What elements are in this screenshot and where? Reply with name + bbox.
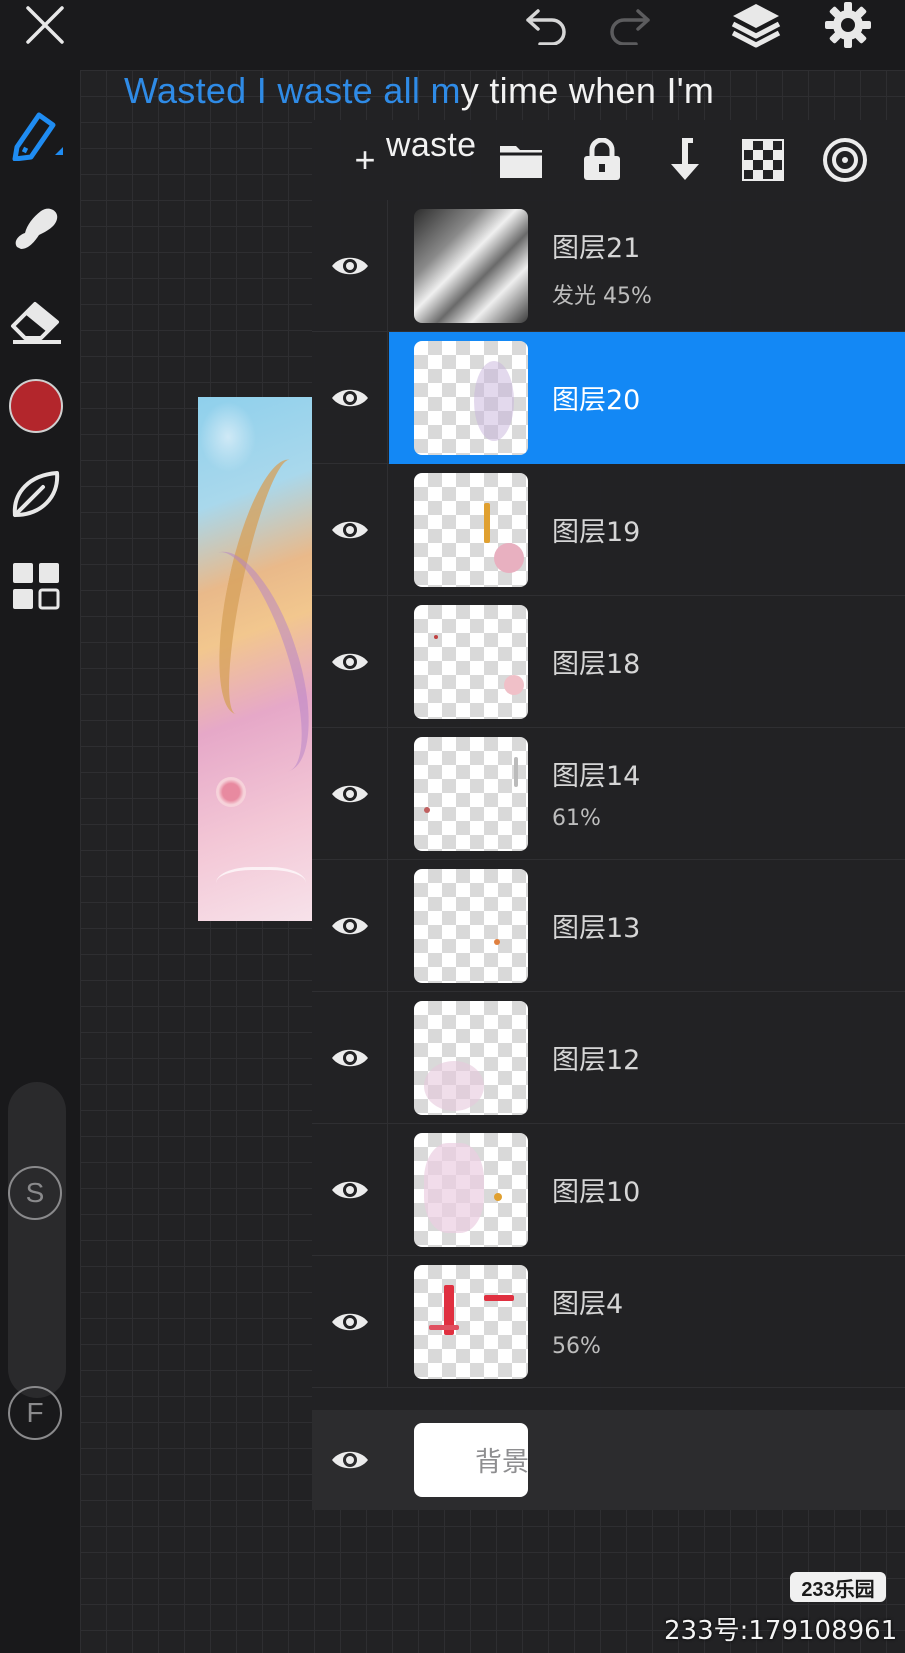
layer-blend-opacity: 发光 45% bbox=[552, 284, 652, 309]
grid-menu-icon[interactable] bbox=[8, 558, 64, 614]
layer-thumbnail bbox=[414, 869, 528, 983]
undo-icon[interactable] bbox=[522, 0, 572, 50]
redo-icon[interactable] bbox=[604, 0, 654, 50]
layer-content[interactable]: 图层10 bbox=[389, 1124, 905, 1256]
layer-content[interactable]: 图层12 bbox=[389, 992, 905, 1124]
layer-name: 图层12 bbox=[552, 1045, 641, 1076]
watermark-id-text: 233号:179108961 bbox=[664, 1616, 898, 1646]
layer-content[interactable]: 图层14 61% bbox=[389, 728, 905, 860]
layer-thumbnail bbox=[414, 209, 528, 323]
add-layer-plus: + bbox=[354, 139, 376, 180]
transparency-checker-icon[interactable] bbox=[738, 130, 788, 190]
visibility-eye-icon[interactable] bbox=[312, 596, 388, 728]
smudge-tool-icon[interactable] bbox=[8, 200, 64, 256]
settings-gear-icon[interactable] bbox=[822, 0, 874, 50]
size-letter-icon[interactable]: S bbox=[8, 1166, 62, 1220]
brush-tool-icon[interactable] bbox=[8, 106, 64, 162]
flow-letter-icon[interactable]: F bbox=[8, 1386, 62, 1440]
layer-name: 图层4 bbox=[552, 1289, 624, 1320]
add-layer-button[interactable]: + bbox=[342, 130, 388, 190]
layer-content[interactable]: 图层21 发光 45% bbox=[389, 200, 905, 332]
visibility-eye-icon[interactable] bbox=[312, 464, 388, 596]
layer-name: 图层19 bbox=[552, 517, 641, 548]
folder-icon[interactable] bbox=[496, 130, 546, 190]
layer-content[interactable]: 图层19 bbox=[389, 464, 905, 596]
layer-row[interactable]: 图层20 bbox=[312, 332, 905, 464]
artwork-preview bbox=[198, 397, 312, 921]
lyric-second-line: waste bbox=[386, 126, 477, 164]
visibility-eye-icon[interactable] bbox=[312, 1124, 388, 1256]
layer-row[interactable]: 图层4 56% bbox=[312, 1256, 905, 1388]
leaf-shape-icon[interactable] bbox=[8, 466, 64, 522]
lyric-overlay: Wasted I waste all my time when I'm bbox=[124, 70, 714, 112]
visibility-eye-icon[interactable] bbox=[312, 1256, 388, 1388]
visibility-eye-icon[interactable] bbox=[312, 332, 388, 464]
layer-name: 图层13 bbox=[552, 913, 641, 944]
layer-thumbnail bbox=[414, 1265, 528, 1379]
layer-name: 图层20 bbox=[552, 385, 641, 416]
background-layer-row[interactable]: 背景 bbox=[312, 1410, 905, 1510]
layers-panel: + 图层21 发光 45% 图层20 图层19 图层18 图层14 61% 图层13 图层12 图… bbox=[312, 120, 905, 1510]
visibility-eye-icon[interactable] bbox=[312, 992, 388, 1124]
layer-row[interactable]: 图层21 发光 45% bbox=[312, 200, 905, 332]
layer-row[interactable]: 图层14 61% bbox=[312, 728, 905, 860]
brush-size-slider[interactable] bbox=[8, 1082, 66, 1398]
layer-content[interactable]: 图层4 56% bbox=[389, 1256, 905, 1388]
layer-row[interactable]: 图层13 bbox=[312, 860, 905, 992]
visibility-eye-icon[interactable] bbox=[312, 860, 388, 992]
visibility-eye-icon[interactable] bbox=[312, 200, 388, 332]
watermark-logo: 233乐园 bbox=[790, 1572, 886, 1602]
layer-blend-opacity: 61% bbox=[552, 806, 601, 831]
layer-name: 图层14 bbox=[552, 761, 641, 792]
layer-thumbnail bbox=[414, 605, 528, 719]
lock-icon[interactable] bbox=[577, 130, 627, 190]
layer-row[interactable]: 图层10 bbox=[312, 1124, 905, 1256]
background-layer-label: 背景 bbox=[475, 1447, 529, 1478]
visibility-eye-icon[interactable] bbox=[312, 1410, 388, 1510]
layer-thumbnail bbox=[414, 341, 528, 455]
layer-content[interactable]: 图层18 bbox=[389, 596, 905, 728]
merge-down-icon[interactable] bbox=[657, 130, 707, 190]
close-icon[interactable] bbox=[20, 0, 70, 50]
tool-sidebar: S F bbox=[0, 70, 80, 1653]
layer-content[interactable]: 图层20 bbox=[389, 332, 905, 464]
layer-thumbnail bbox=[414, 1001, 528, 1115]
layer-content[interactable]: 图层13 bbox=[389, 860, 905, 992]
layer-name: 图层18 bbox=[552, 649, 641, 680]
layer-blend-opacity: 56% bbox=[552, 1334, 601, 1359]
layer-row[interactable]: 图层18 bbox=[312, 596, 905, 728]
lyric-sung-part: Wasted I waste all m bbox=[124, 70, 461, 111]
layers-icon[interactable] bbox=[730, 0, 782, 50]
color-picker-swatch[interactable] bbox=[8, 378, 64, 434]
layer-thumbnail bbox=[414, 1133, 528, 1247]
layer-row[interactable]: 图层19 bbox=[312, 464, 905, 596]
layer-name: 图层10 bbox=[552, 1177, 641, 1208]
eraser-tool-icon[interactable] bbox=[8, 292, 64, 348]
top-bar bbox=[0, 0, 905, 70]
layer-thumbnail bbox=[414, 737, 528, 851]
layer-effects-icon[interactable] bbox=[820, 130, 870, 190]
visibility-eye-icon[interactable] bbox=[312, 728, 388, 860]
lyric-unsung-part: y time when I'm bbox=[460, 70, 715, 111]
layer-thumbnail bbox=[414, 473, 528, 587]
layer-name: 图层21 bbox=[552, 233, 641, 264]
layer-row[interactable]: 图层12 bbox=[312, 992, 905, 1124]
